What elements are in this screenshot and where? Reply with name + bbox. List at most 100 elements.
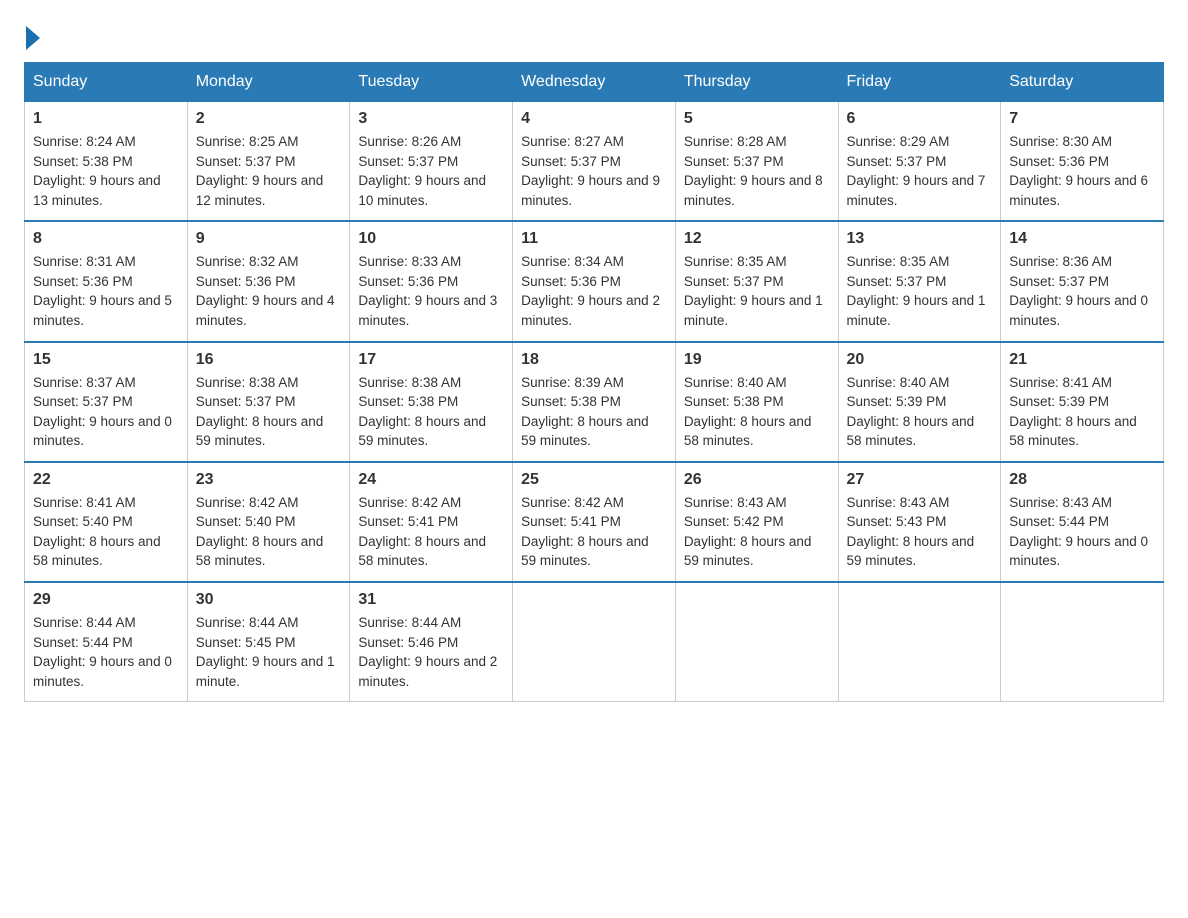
sunrise-label: Sunrise: 8:44 AM [196, 615, 299, 630]
sunrise-label: Sunrise: 8:25 AM [196, 134, 299, 149]
day-number: 30 [196, 591, 342, 609]
sunset-label: Sunset: 5:37 PM [684, 154, 784, 169]
daylight-label: Daylight: 9 hours and 0 minutes. [1009, 293, 1148, 328]
column-header-friday: Friday [838, 63, 1001, 102]
calendar-day-cell [675, 582, 838, 702]
sunset-label: Sunset: 5:36 PM [33, 274, 133, 289]
sunset-label: Sunset: 5:44 PM [33, 635, 133, 650]
day-info: Sunrise: 8:27 AM Sunset: 5:37 PM Dayligh… [521, 132, 667, 210]
daylight-label: Daylight: 8 hours and 58 minutes. [1009, 414, 1137, 449]
sunset-label: Sunset: 5:37 PM [358, 154, 458, 169]
daylight-label: Daylight: 8 hours and 58 minutes. [684, 414, 812, 449]
day-number: 15 [33, 351, 179, 369]
sunrise-label: Sunrise: 8:33 AM [358, 254, 461, 269]
sunrise-label: Sunrise: 8:35 AM [684, 254, 787, 269]
logo [24, 24, 40, 46]
calendar-day-cell [838, 582, 1001, 702]
day-info: Sunrise: 8:44 AM Sunset: 5:44 PM Dayligh… [33, 613, 179, 691]
sunrise-label: Sunrise: 8:43 AM [847, 495, 950, 510]
calendar-day-cell: 17 Sunrise: 8:38 AM Sunset: 5:38 PM Dayl… [350, 342, 513, 462]
daylight-label: Daylight: 8 hours and 58 minutes. [196, 534, 324, 569]
day-number: 10 [358, 230, 504, 248]
sunset-label: Sunset: 5:46 PM [358, 635, 458, 650]
sunrise-label: Sunrise: 8:35 AM [847, 254, 950, 269]
day-info: Sunrise: 8:33 AM Sunset: 5:36 PM Dayligh… [358, 252, 504, 330]
day-number: 2 [196, 110, 342, 128]
daylight-label: Daylight: 9 hours and 13 minutes. [33, 173, 161, 208]
calendar-day-cell: 24 Sunrise: 8:42 AM Sunset: 5:41 PM Dayl… [350, 462, 513, 582]
daylight-label: Daylight: 9 hours and 1 minute. [684, 293, 823, 328]
day-number: 9 [196, 230, 342, 248]
day-info: Sunrise: 8:36 AM Sunset: 5:37 PM Dayligh… [1009, 252, 1155, 330]
daylight-label: Daylight: 9 hours and 3 minutes. [358, 293, 497, 328]
calendar-day-cell: 14 Sunrise: 8:36 AM Sunset: 5:37 PM Dayl… [1001, 221, 1164, 341]
sunrise-label: Sunrise: 8:41 AM [1009, 375, 1112, 390]
sunset-label: Sunset: 5:37 PM [196, 394, 296, 409]
day-info: Sunrise: 8:44 AM Sunset: 5:45 PM Dayligh… [196, 613, 342, 691]
calendar-day-cell: 1 Sunrise: 8:24 AM Sunset: 5:38 PM Dayli… [25, 102, 188, 222]
sunset-label: Sunset: 5:38 PM [33, 154, 133, 169]
calendar-day-cell: 9 Sunrise: 8:32 AM Sunset: 5:36 PM Dayli… [187, 221, 350, 341]
daylight-label: Daylight: 9 hours and 2 minutes. [358, 654, 497, 689]
column-header-thursday: Thursday [675, 63, 838, 102]
day-info: Sunrise: 8:38 AM Sunset: 5:38 PM Dayligh… [358, 373, 504, 451]
day-number: 12 [684, 230, 830, 248]
calendar-day-cell: 31 Sunrise: 8:44 AM Sunset: 5:46 PM Dayl… [350, 582, 513, 702]
calendar-week-row: 22 Sunrise: 8:41 AM Sunset: 5:40 PM Dayl… [25, 462, 1164, 582]
daylight-label: Daylight: 9 hours and 2 minutes. [521, 293, 660, 328]
sunrise-label: Sunrise: 8:40 AM [847, 375, 950, 390]
calendar-week-row: 1 Sunrise: 8:24 AM Sunset: 5:38 PM Dayli… [25, 102, 1164, 222]
day-info: Sunrise: 8:41 AM Sunset: 5:40 PM Dayligh… [33, 493, 179, 571]
daylight-label: Daylight: 9 hours and 8 minutes. [684, 173, 823, 208]
sunrise-label: Sunrise: 8:36 AM [1009, 254, 1112, 269]
sunset-label: Sunset: 5:37 PM [1009, 274, 1109, 289]
day-info: Sunrise: 8:35 AM Sunset: 5:37 PM Dayligh… [684, 252, 830, 330]
daylight-label: Daylight: 9 hours and 0 minutes. [1009, 534, 1148, 569]
day-number: 5 [684, 110, 830, 128]
calendar-day-cell: 16 Sunrise: 8:38 AM Sunset: 5:37 PM Dayl… [187, 342, 350, 462]
sunrise-label: Sunrise: 8:24 AM [33, 134, 136, 149]
daylight-label: Daylight: 8 hours and 58 minutes. [847, 414, 975, 449]
day-number: 31 [358, 591, 504, 609]
calendar-day-cell: 19 Sunrise: 8:40 AM Sunset: 5:38 PM Dayl… [675, 342, 838, 462]
sunset-label: Sunset: 5:45 PM [196, 635, 296, 650]
sunrise-label: Sunrise: 8:40 AM [684, 375, 787, 390]
sunset-label: Sunset: 5:38 PM [521, 394, 621, 409]
sunset-label: Sunset: 5:36 PM [358, 274, 458, 289]
day-number: 4 [521, 110, 667, 128]
day-info: Sunrise: 8:31 AM Sunset: 5:36 PM Dayligh… [33, 252, 179, 330]
calendar-day-cell: 7 Sunrise: 8:30 AM Sunset: 5:36 PM Dayli… [1001, 102, 1164, 222]
calendar-day-cell: 5 Sunrise: 8:28 AM Sunset: 5:37 PM Dayli… [675, 102, 838, 222]
sunset-label: Sunset: 5:37 PM [521, 154, 621, 169]
calendar-day-cell: 29 Sunrise: 8:44 AM Sunset: 5:44 PM Dayl… [25, 582, 188, 702]
sunrise-label: Sunrise: 8:31 AM [33, 254, 136, 269]
sunset-label: Sunset: 5:40 PM [33, 514, 133, 529]
day-number: 25 [521, 471, 667, 489]
calendar-week-row: 8 Sunrise: 8:31 AM Sunset: 5:36 PM Dayli… [25, 221, 1164, 341]
column-header-wednesday: Wednesday [513, 63, 676, 102]
column-header-tuesday: Tuesday [350, 63, 513, 102]
sunrise-label: Sunrise: 8:38 AM [196, 375, 299, 390]
calendar-day-cell: 10 Sunrise: 8:33 AM Sunset: 5:36 PM Dayl… [350, 221, 513, 341]
sunset-label: Sunset: 5:38 PM [358, 394, 458, 409]
day-number: 29 [33, 591, 179, 609]
sunset-label: Sunset: 5:39 PM [847, 394, 947, 409]
day-info: Sunrise: 8:42 AM Sunset: 5:41 PM Dayligh… [358, 493, 504, 571]
sunrise-label: Sunrise: 8:43 AM [684, 495, 787, 510]
day-number: 26 [684, 471, 830, 489]
calendar-day-cell [513, 582, 676, 702]
day-info: Sunrise: 8:40 AM Sunset: 5:39 PM Dayligh… [847, 373, 993, 451]
sunrise-label: Sunrise: 8:44 AM [33, 615, 136, 630]
daylight-label: Daylight: 8 hours and 59 minutes. [684, 534, 812, 569]
calendar-day-cell: 27 Sunrise: 8:43 AM Sunset: 5:43 PM Dayl… [838, 462, 1001, 582]
sunset-label: Sunset: 5:41 PM [358, 514, 458, 529]
sunrise-label: Sunrise: 8:28 AM [684, 134, 787, 149]
calendar-day-cell: 6 Sunrise: 8:29 AM Sunset: 5:37 PM Dayli… [838, 102, 1001, 222]
daylight-label: Daylight: 9 hours and 0 minutes. [33, 414, 172, 449]
day-info: Sunrise: 8:25 AM Sunset: 5:37 PM Dayligh… [196, 132, 342, 210]
day-number: 23 [196, 471, 342, 489]
day-info: Sunrise: 8:41 AM Sunset: 5:39 PM Dayligh… [1009, 373, 1155, 451]
daylight-label: Daylight: 8 hours and 59 minutes. [521, 414, 649, 449]
calendar-day-cell: 23 Sunrise: 8:42 AM Sunset: 5:40 PM Dayl… [187, 462, 350, 582]
daylight-label: Daylight: 9 hours and 9 minutes. [521, 173, 660, 208]
